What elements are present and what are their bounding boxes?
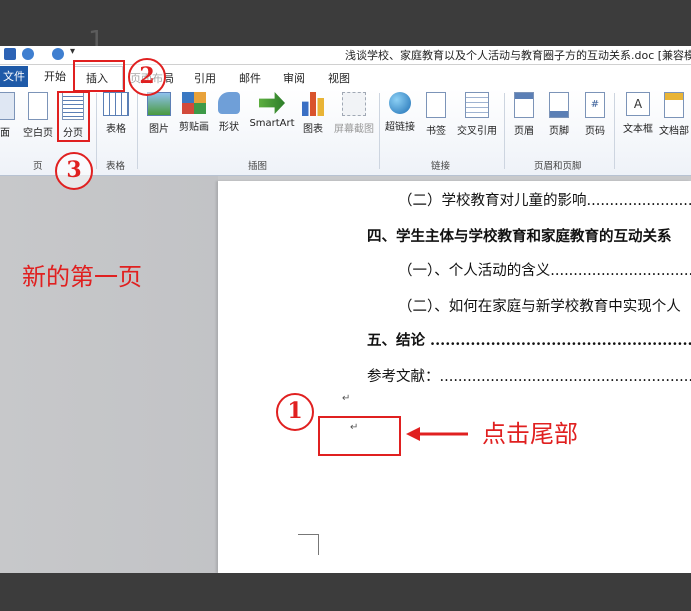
tab-home[interactable]: 开始 xyxy=(44,68,66,84)
group-pages-label: 页 xyxy=(33,161,43,172)
smartart-label: SmartArt xyxy=(249,118,295,129)
ribbon-separator xyxy=(379,93,380,169)
screenshot-button[interactable]: 屏幕截图 xyxy=(332,92,376,158)
tab-review[interactable]: 审阅 xyxy=(283,70,305,86)
screenshot-label: 屏幕截图 xyxy=(334,124,374,135)
annotation-click-end: 点击尾部 xyxy=(482,420,578,448)
ribbon-separator xyxy=(137,93,138,169)
annotation-step-1: 1 xyxy=(276,393,314,431)
smartart-icon xyxy=(259,92,285,114)
annotation-step-2: 2 xyxy=(128,58,166,96)
group-links-label: 链接 xyxy=(431,161,451,172)
tab-file[interactable]: 文件 xyxy=(0,66,28,87)
bookmark-button[interactable]: 书签 xyxy=(424,92,448,158)
ribbon-separator xyxy=(504,93,505,169)
annotation-box-page-break xyxy=(57,91,90,142)
cross-reference-label: 交叉引用 xyxy=(457,126,497,137)
text-box-label: 文本框 xyxy=(623,124,653,135)
blank-page-label: 空白页 xyxy=(23,128,53,139)
bookmark-icon xyxy=(426,92,446,118)
tab-references[interactable]: 引用 xyxy=(194,70,216,86)
text-box-button[interactable]: A 文本框 xyxy=(621,92,655,158)
doc-parts-button[interactable]: 文档部 xyxy=(657,92,691,158)
chart-button[interactable]: 图表 xyxy=(301,92,325,158)
toc-heading: 四、学生主体与学校教育和家庭教育的互动关系 xyxy=(367,228,672,245)
cross-reference-button[interactable]: 交叉引用 xyxy=(454,92,500,158)
picture-button[interactable]: 图片 xyxy=(146,92,172,158)
shapes-label: 形状 xyxy=(219,122,239,133)
doc-parts-icon xyxy=(664,92,684,118)
shapes-icon xyxy=(218,92,240,114)
group-tables-label: 表格 xyxy=(106,161,126,172)
toc-line: （一）、个人活动的含义.............................… xyxy=(398,263,691,279)
header-label: 页眉 xyxy=(514,126,534,137)
screenshot-icon xyxy=(342,92,366,116)
table-button[interactable]: 表格 xyxy=(102,92,130,158)
globe-icon xyxy=(389,92,411,114)
picture-label: 图片 xyxy=(149,124,169,135)
toc-line: （二）、如何在家庭与新学校教育中实现个人 xyxy=(398,299,681,315)
page-number-label: 页码 xyxy=(585,126,605,137)
footer-icon xyxy=(549,92,569,118)
shapes-button[interactable]: 形状 xyxy=(216,92,242,158)
clip-art-icon xyxy=(182,92,206,114)
blank-page-icon xyxy=(28,92,48,120)
clip-art-label: 剪贴画 xyxy=(179,122,209,133)
cover-page-button[interactable]: 面 xyxy=(0,92,16,158)
document-left-margin-area xyxy=(0,176,218,573)
chart-label: 图表 xyxy=(303,124,323,135)
tab-mailings[interactable]: 邮件 xyxy=(239,70,261,86)
redo-icon[interactable] xyxy=(52,48,64,60)
hyperlink-label: 超链接 xyxy=(385,122,415,133)
blank-page-button[interactable]: 空白页 xyxy=(20,92,56,158)
text-box-icon: A xyxy=(626,92,650,116)
ribbon-separator xyxy=(96,93,97,169)
footer-button[interactable]: 页脚 xyxy=(546,92,572,158)
ribbon-separator xyxy=(614,93,615,169)
annotation-arrow xyxy=(406,427,468,441)
toc-line: （二）学校教育对儿童的影响...........................… xyxy=(398,193,691,209)
annotation-new-first-page: 新的第一页 xyxy=(22,263,142,291)
annotation-box-click-end xyxy=(318,416,401,456)
hyperlink-button[interactable]: 超链接 xyxy=(383,92,417,158)
bookmark-label: 书签 xyxy=(426,126,446,137)
paragraph-mark: ↵ xyxy=(342,393,351,404)
cross-reference-icon xyxy=(465,92,489,118)
smartart-button[interactable]: SmartArt xyxy=(249,92,295,158)
page-corner-mark xyxy=(298,534,319,555)
annotation-box-insert-tab xyxy=(73,60,125,92)
group-header-footer-label: 页眉和页脚 xyxy=(534,161,582,172)
chart-icon xyxy=(302,92,324,116)
page-number-icon: # xyxy=(585,92,605,118)
cover-page-label: 面 xyxy=(0,128,10,139)
window-title: 浅谈学校、家庭教育以及个人活动与教育圈子方的互动关系.doc [兼容模式] - xyxy=(345,49,691,62)
table-icon xyxy=(103,92,129,116)
quick-access-dropdown-icon[interactable]: ▾ xyxy=(70,46,75,57)
window-backdrop-bottom xyxy=(0,573,691,611)
save-icon[interactable] xyxy=(4,48,16,60)
table-label: 表格 xyxy=(106,124,126,135)
page-number-button[interactable]: # 页码 xyxy=(582,92,608,158)
clip-art-button[interactable]: 剪贴画 xyxy=(177,92,211,158)
toc-heading: 五、结论 ...................................… xyxy=(367,332,691,349)
cover-page-icon xyxy=(0,92,15,120)
tab-view[interactable]: 视图 xyxy=(328,70,350,86)
header-icon xyxy=(514,92,534,118)
group-illustrations-label: 插图 xyxy=(248,161,268,172)
doc-parts-label: 文档部 xyxy=(659,126,689,137)
footer-label: 页脚 xyxy=(549,126,569,137)
undo-icon[interactable] xyxy=(22,48,34,60)
toc-line: 参考文献：...................................… xyxy=(367,369,691,385)
header-button[interactable]: 页眉 xyxy=(511,92,537,158)
annotation-step-3: 3 xyxy=(55,152,93,190)
